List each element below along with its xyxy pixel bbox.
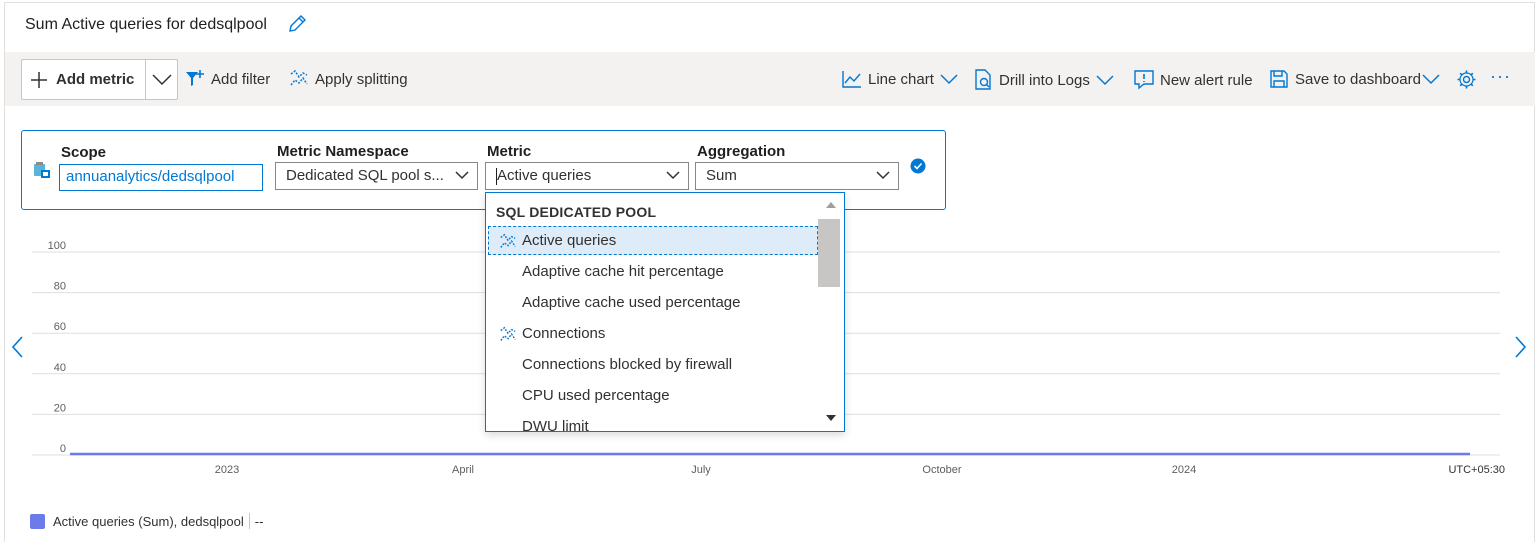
save-to-dashboard-label: Save to dashboard	[1295, 70, 1421, 88]
dropdown-group-header: SQL DEDICATED POOL	[496, 204, 657, 220]
new-alert-rule-button[interactable]: New alert rule	[1133, 69, 1253, 91]
chevron-down-icon	[876, 171, 890, 180]
dropdown-option-label: Connections	[522, 325, 606, 342]
save-icon	[1270, 70, 1288, 88]
namespace-label: Metric Namespace	[277, 143, 409, 160]
metric-dropdown-list: SQL DEDICATED POOL Active queries Adaptiv…	[485, 192, 845, 432]
line-chart-label: Line chart	[868, 70, 934, 88]
dropdown-option-label: Active queries	[522, 232, 617, 249]
scrollbar-thumb[interactable]	[818, 219, 840, 287]
text-cursor	[496, 168, 497, 185]
x-tick-label: October	[922, 464, 961, 476]
save-to-dashboard-button[interactable]: Save to dashboard	[1269, 69, 1440, 89]
dropdown-option-label: Adaptive cache used percentage	[522, 294, 741, 311]
add-filter-button[interactable]: Add filter	[185, 69, 270, 89]
add-metric-button[interactable]: Add metric	[22, 60, 146, 99]
dropdown-option-label: Adaptive cache hit percentage	[522, 263, 724, 280]
scroll-up-arrow-icon[interactable]	[825, 201, 837, 209]
metric-label: Metric	[487, 143, 532, 160]
dropdown-option[interactable]: DWU limit	[488, 412, 818, 432]
x-tick-label: April	[452, 464, 474, 476]
y-tick-label: 100	[48, 240, 66, 252]
dropdown-option[interactable]: Adaptive cache used percentage	[488, 288, 818, 317]
scope-input[interactable]: annuanalytics/dedsqlpool	[59, 164, 263, 191]
namespace-select[interactable]: Dedicated SQL pool s...	[275, 162, 478, 190]
metric-select[interactable]: Active queries	[485, 162, 689, 190]
add-metric-split-button: Add metric	[21, 59, 178, 100]
filter-icon	[186, 70, 204, 86]
dropdown-option-label: Connections blocked by firewall	[522, 356, 733, 373]
chevron-down-icon	[1096, 75, 1114, 86]
timezone-label: UTC+05:30	[1448, 464, 1505, 476]
drill-into-logs-button[interactable]: Drill into Logs	[973, 69, 1114, 91]
y-tick-label: 20	[54, 402, 66, 414]
x-tick-label: 2023	[215, 464, 239, 476]
chart-title: Sum Active queries for dedsqlpool	[25, 16, 267, 33]
chart-legend: Active queries (Sum), dedsqlpool --	[30, 513, 263, 529]
metric-value: Active queries	[497, 167, 592, 184]
x-tick-label: 2024	[1172, 464, 1196, 476]
sql-pool-icon	[34, 162, 50, 178]
split-icon	[290, 69, 308, 86]
legend-series-name: Active queries (Sum), dedsqlpool	[53, 513, 244, 529]
add-metric-dropdown-button[interactable]	[146, 60, 177, 99]
dropdown-option-label: DWU limit	[522, 418, 589, 432]
line-chart-icon	[842, 71, 861, 88]
line-chart-button[interactable]: Line chart	[841, 69, 958, 89]
apply-splitting-button[interactable]: Apply splitting	[289, 69, 408, 89]
settings-gear-icon[interactable]	[1456, 69, 1477, 90]
dropdown-scrollbar[interactable]	[818, 193, 844, 431]
dropdown-option[interactable]: CPU used percentage	[488, 381, 818, 410]
split-icon	[500, 326, 516, 341]
add-filter-label: Add filter	[211, 70, 271, 88]
legend-separator	[248, 513, 250, 529]
x-tick-label: July	[691, 464, 711, 476]
aggregation-label: Aggregation	[697, 143, 786, 160]
split-icon	[500, 233, 516, 248]
aggregation-value: Sum	[706, 167, 737, 184]
more-options-button[interactable]: ···	[1490, 66, 1511, 87]
chevron-down-icon	[1422, 74, 1440, 85]
y-tick-label: 0	[60, 443, 66, 455]
scroll-down-arrow-icon[interactable]	[825, 414, 837, 422]
chevron-down-icon	[940, 74, 958, 85]
y-tick-label: 60	[54, 321, 66, 333]
dropdown-option[interactable]: Connections	[488, 319, 818, 348]
drill-into-logs-label: Drill into Logs	[999, 71, 1090, 89]
legend-swatch	[30, 513, 45, 529]
y-tick-label: 80	[54, 281, 66, 293]
dropdown-option[interactable]: Adaptive cache hit percentage	[488, 257, 818, 286]
alert-icon	[1134, 70, 1154, 90]
apply-splitting-label: Apply splitting	[315, 70, 408, 88]
logs-icon	[975, 69, 991, 90]
dropdown-option[interactable]: Connections blocked by firewall	[488, 350, 818, 379]
namespace-value: Dedicated SQL pool s...	[286, 167, 444, 184]
scope-label: Scope	[61, 144, 107, 161]
edit-title-icon[interactable]	[286, 13, 308, 35]
new-alert-rule-label: New alert rule	[1160, 71, 1253, 89]
confirm-check-icon[interactable]	[910, 158, 926, 174]
dropdown-option-label: CPU used percentage	[522, 387, 670, 404]
plus-icon	[31, 71, 47, 88]
legend-value: --	[254, 513, 264, 529]
add-metric-label: Add metric	[56, 71, 135, 88]
chevron-down-icon	[666, 171, 680, 180]
y-tick-label: 40	[54, 362, 66, 374]
aggregation-select[interactable]: Sum	[695, 162, 899, 190]
dropdown-option[interactable]: Active queries	[488, 226, 818, 255]
chevron-down-icon	[151, 73, 172, 85]
chevron-down-icon	[455, 171, 469, 180]
